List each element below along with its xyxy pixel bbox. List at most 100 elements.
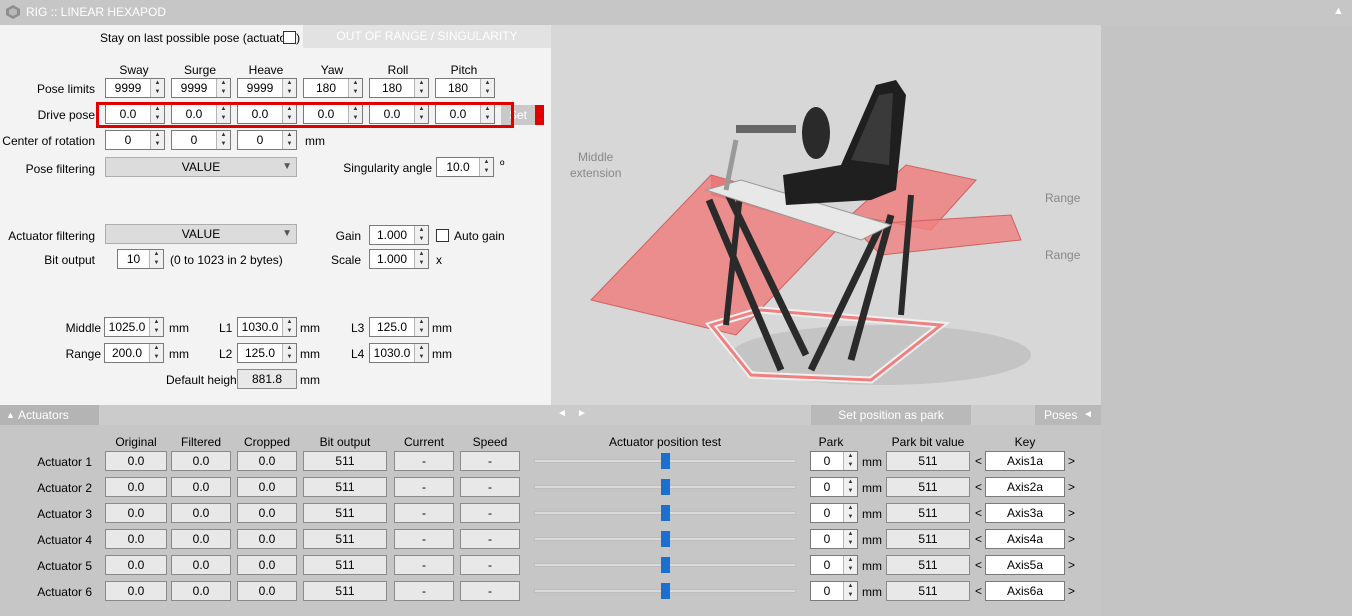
- actuator-filtering-select[interactable]: VALUE ▼: [105, 224, 297, 244]
- key-prev-icon[interactable]: <: [975, 506, 982, 520]
- key-next-icon[interactable]: >: [1068, 454, 1075, 468]
- pose-limit-yaw[interactable]: 180 ▲ ▼: [303, 78, 363, 98]
- park-input[interactable]: 0 ▲ ▼: [810, 477, 858, 497]
- spinner-arrows-icon[interactable]: ▲ ▼: [480, 79, 494, 97]
- center-x[interactable]: 0 ▲ ▼: [105, 130, 165, 150]
- slider-thumb[interactable]: [661, 505, 670, 521]
- middle-unit: mm: [169, 321, 189, 335]
- spinner-arrows-icon[interactable]: ▲ ▼: [348, 79, 362, 97]
- spinner-arrows-icon[interactable]: ▲ ▼: [150, 79, 164, 97]
- park-input[interactable]: 0 ▲ ▼: [810, 581, 858, 601]
- slider-thumb[interactable]: [661, 583, 670, 599]
- key-prev-icon[interactable]: <: [975, 480, 982, 494]
- pose-limit-roll[interactable]: 180 ▲ ▼: [369, 78, 429, 98]
- range-unit: mm: [169, 347, 189, 361]
- key-next-icon[interactable]: >: [1068, 558, 1075, 572]
- col-cropped: Cropped: [243, 435, 291, 449]
- tab-actuators[interactable]: ▲ Actuators: [0, 405, 99, 427]
- pose-filtering-label: Pose filtering: [25, 162, 95, 176]
- highlight-box: [96, 102, 514, 128]
- app-logo-icon: [6, 5, 20, 19]
- spinner-arrows-icon[interactable]: ▲ ▼: [414, 79, 428, 97]
- spinner-arrows-icon[interactable]: ▲ ▼: [843, 556, 857, 574]
- rig-3d-view[interactable]: [551, 25, 1101, 405]
- key-prev-icon[interactable]: <: [975, 558, 982, 572]
- center-unit: mm: [305, 134, 325, 148]
- l2-input[interactable]: 125.0 ▲ ▼: [237, 343, 297, 363]
- stay-checkbox[interactable]: [283, 31, 296, 44]
- col-header-heave: Heave: [248, 63, 284, 77]
- key-prev-icon[interactable]: <: [975, 532, 982, 546]
- auto-gain-checkbox[interactable]: [436, 229, 449, 242]
- spinner-arrows-icon[interactable]: ▲ ▼: [150, 131, 164, 149]
- gain-label: Gain: [335, 229, 361, 243]
- key-field[interactable]: Axis6a: [985, 581, 1065, 601]
- spinner-arrows-icon[interactable]: ▲ ▼: [282, 79, 296, 97]
- spinner-arrows-icon[interactable]: ▲ ▼: [216, 79, 230, 97]
- actuator-original: 0.0: [105, 451, 167, 471]
- bit-output-input[interactable]: 10 ▲ ▼: [117, 249, 164, 269]
- spinner-arrows-icon[interactable]: ▲ ▼: [282, 131, 296, 149]
- l4-input[interactable]: 1030.0 ▲ ▼: [369, 343, 429, 363]
- key-field[interactable]: Axis3a: [985, 503, 1065, 523]
- gain-input[interactable]: 1.000 ▲ ▼: [369, 225, 429, 245]
- pose-limit-surge[interactable]: 9999 ▲ ▼: [171, 78, 231, 98]
- key-next-icon[interactable]: >: [1068, 480, 1075, 494]
- l1-label: L1: [219, 321, 233, 335]
- prev-icon[interactable]: ◄: [557, 408, 567, 419]
- poses-button[interactable]: Poses ◄: [1035, 405, 1101, 425]
- slider-thumb[interactable]: [661, 531, 670, 547]
- singularity-input[interactable]: 10.0 ▲ ▼: [436, 157, 494, 177]
- range-label-bottom: Range: [1045, 248, 1081, 262]
- spinner-arrows-icon[interactable]: ▲ ▼: [843, 478, 857, 496]
- scale-input[interactable]: 1.000 ▲ ▼: [369, 249, 429, 269]
- spinner-arrows-icon[interactable]: ▲ ▼: [843, 452, 857, 470]
- col-park-bit: Park bit value: [891, 435, 965, 449]
- collapse-icon[interactable]: ▲: [1333, 5, 1344, 17]
- key-next-icon[interactable]: >: [1068, 584, 1075, 598]
- actuator-current: -: [394, 451, 454, 471]
- actuator-filtered: 0.0: [171, 477, 231, 497]
- l3-input[interactable]: 125.0 ▲ ▼: [369, 317, 429, 337]
- l1-input[interactable]: 1030.0 ▲ ▼: [237, 317, 297, 337]
- pose-limits-label: Pose limits: [36, 82, 95, 96]
- set-park-button[interactable]: Set position as park: [811, 405, 971, 425]
- slider-thumb[interactable]: [661, 479, 670, 495]
- center-z[interactable]: 0 ▲ ▼: [237, 130, 297, 150]
- actuator-current: -: [394, 477, 454, 497]
- park-input[interactable]: 0 ▲ ▼: [810, 503, 858, 523]
- key-prev-icon[interactable]: <: [975, 584, 982, 598]
- park-input[interactable]: 0 ▲ ▼: [810, 451, 858, 471]
- slider-thumb[interactable]: [661, 557, 670, 573]
- spinner-arrows-icon[interactable]: ▲ ▼: [843, 504, 857, 522]
- slider-thumb[interactable]: [661, 453, 670, 469]
- next-icon[interactable]: ►: [577, 408, 587, 419]
- park-input[interactable]: 0 ▲ ▼: [810, 555, 858, 575]
- pose-filtering-select[interactable]: VALUE ▼: [105, 157, 297, 177]
- window-title: RIG :: LINEAR HEXAPOD: [26, 5, 167, 19]
- key-next-icon[interactable]: >: [1068, 532, 1075, 546]
- key-field[interactable]: Axis1a: [985, 451, 1065, 471]
- pose-limit-pitch[interactable]: 180 ▲ ▼: [435, 78, 495, 98]
- key-next-icon[interactable]: >: [1068, 506, 1075, 520]
- singularity-status: OUT OF RANGE / SINGULARITY: [303, 25, 551, 48]
- col-key: Key: [1014, 435, 1036, 449]
- spinner-arrows-icon[interactable]: ▲ ▼: [843, 530, 857, 548]
- park-unit: mm: [862, 507, 882, 521]
- bit-output-label: Bit output: [44, 253, 95, 267]
- key-field[interactable]: Axis2a: [985, 477, 1065, 497]
- actuator-cropped: 0.0: [237, 555, 297, 575]
- center-y[interactable]: 0 ▲ ▼: [171, 130, 231, 150]
- middle-input[interactable]: 1025.0 ▲ ▼: [104, 317, 164, 337]
- spinner-arrows-icon[interactable]: ▲ ▼: [843, 582, 857, 600]
- spinner-arrows-icon[interactable]: ▲ ▼: [216, 131, 230, 149]
- range-input[interactable]: 200.0 ▲ ▼: [104, 343, 164, 363]
- pose-limit-heave[interactable]: 9999 ▲ ▼: [237, 78, 297, 98]
- chevron-down-icon: ▼: [282, 161, 292, 172]
- park-input[interactable]: 0 ▲ ▼: [810, 529, 858, 549]
- middle-label: Middle: [65, 321, 101, 335]
- key-field[interactable]: Axis5a: [985, 555, 1065, 575]
- key-prev-icon[interactable]: <: [975, 454, 982, 468]
- key-field[interactable]: Axis4a: [985, 529, 1065, 549]
- pose-limit-sway[interactable]: 9999 ▲ ▼: [105, 78, 165, 98]
